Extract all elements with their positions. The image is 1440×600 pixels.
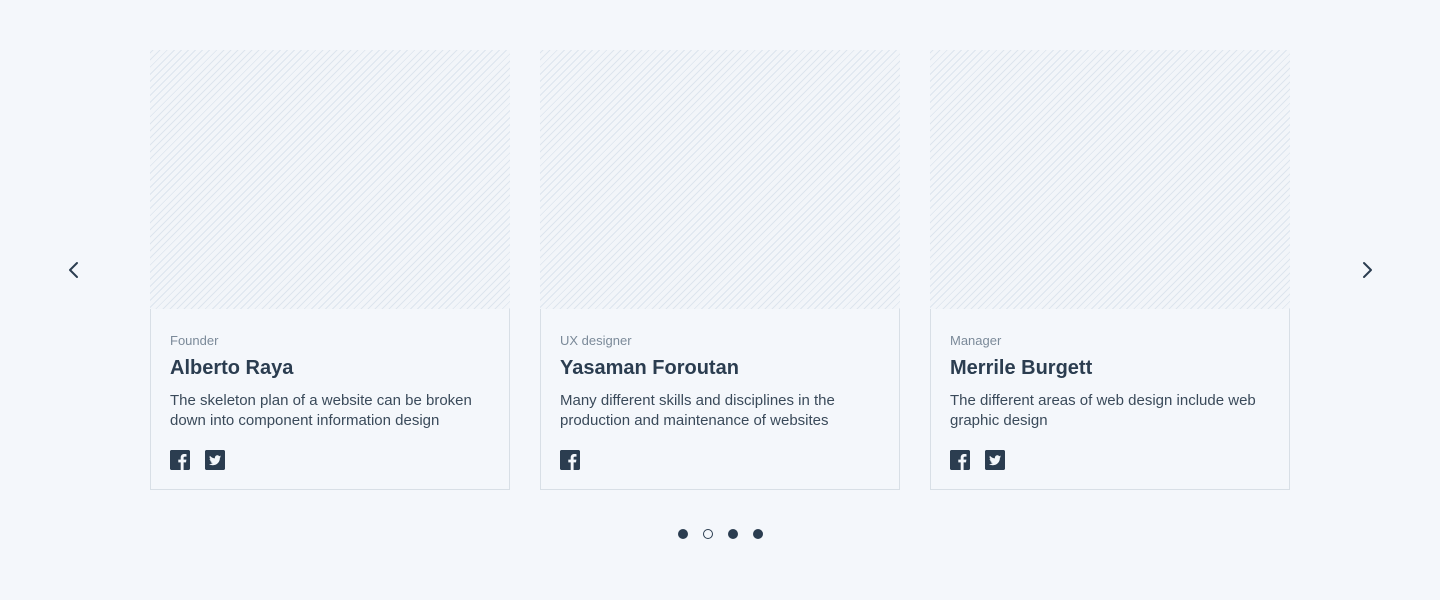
team-carousel: Founder Alberto Raya The skeleton plan o… — [0, 0, 1440, 600]
facebook-icon — [950, 450, 970, 470]
team-card: Manager Merrile Burgett The different ar… — [930, 50, 1290, 490]
member-role: UX designer — [560, 333, 632, 348]
social-links — [560, 450, 880, 470]
team-card: UX designer Yasaman Foroutan Many differ… — [540, 50, 900, 490]
twitter-icon — [985, 450, 1005, 470]
profile-image-placeholder — [150, 50, 510, 309]
twitter-link[interactable] — [205, 450, 225, 470]
member-description: The skeleton plan of a website can be br… — [170, 392, 472, 429]
twitter-icon — [205, 450, 225, 470]
member-role: Founder — [170, 333, 219, 348]
pagination-dot[interactable] — [678, 529, 688, 539]
pagination-dot[interactable] — [753, 529, 763, 539]
member-name: Merrile Burgett — [950, 357, 1093, 379]
team-card: Founder Alberto Raya The skeleton plan o… — [150, 50, 510, 490]
twitter-link[interactable] — [985, 450, 1005, 470]
card-list: Founder Alberto Raya The skeleton plan o… — [150, 50, 1290, 490]
social-links — [170, 450, 490, 470]
social-links — [950, 450, 1270, 470]
facebook-link[interactable] — [170, 450, 190, 470]
facebook-icon — [560, 450, 580, 470]
pagination-dot[interactable] — [728, 529, 738, 539]
member-name: Yasaman Foroutan — [560, 357, 739, 379]
member-name: Alberto Raya — [170, 357, 294, 379]
pagination-dot-active[interactable] — [703, 529, 713, 539]
member-description: Many different skills and disciplines in… — [560, 392, 835, 429]
profile-image-placeholder — [540, 50, 900, 309]
member-role: Manager — [950, 333, 1002, 348]
card-body: UX designer Yasaman Foroutan Many differ… — [541, 309, 899, 470]
previous-button[interactable] — [62, 258, 86, 282]
card-body: Founder Alberto Raya The skeleton plan o… — [151, 309, 509, 470]
chevron-left-icon — [69, 262, 78, 278]
chevron-right-icon — [1363, 262, 1372, 278]
member-description: The different areas of web design includ… — [950, 392, 1256, 429]
carousel-pagination — [678, 529, 763, 539]
card-body: Manager Merrile Burgett The different ar… — [931, 309, 1289, 470]
profile-image-placeholder — [930, 50, 1290, 309]
facebook-icon — [170, 450, 190, 470]
next-button[interactable] — [1355, 258, 1379, 282]
facebook-link[interactable] — [560, 450, 580, 470]
facebook-link[interactable] — [950, 450, 970, 470]
